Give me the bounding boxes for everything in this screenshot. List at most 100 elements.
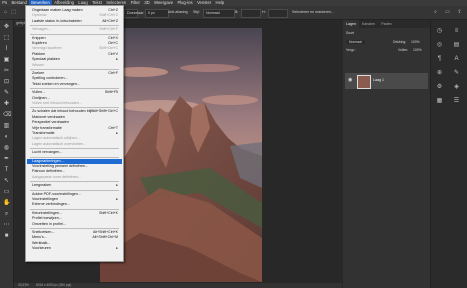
edit-menu-item-6[interactable]: Verenigd kopiëren Shift+Ctrl+C — [32, 46, 120, 51]
swatches-icon[interactable]: ▤ — [453, 42, 460, 49]
style-select[interactable]: Normaal — [203, 9, 235, 18]
frame-tool-icon[interactable]: ⊡ — [3, 79, 10, 86]
properties-icon[interactable]: ≡ — [453, 28, 460, 35]
edit-menu-item-9[interactable]: Wissen — [32, 63, 120, 68]
marquee-tool-icon[interactable]: ⬚ — [11, 10, 16, 15]
menu-item-shortcut: Ctrl+T — [108, 125, 118, 130]
edit-menu-item-8[interactable]: Speciaal plakken — [32, 57, 120, 62]
history-brush-icon[interactable]: ◐ — [3, 134, 10, 141]
search-icon[interactable]: ⌕ — [433, 10, 438, 15]
edit-menu-item-34[interactable]: Omzetten in profiel... — [32, 222, 120, 227]
more-tools-icon[interactable]: ⋯ — [3, 222, 10, 229]
edit-menu-item-19[interactable]: Vrije transformatie Ctrl+T — [32, 126, 120, 131]
menu-item-label: Marionet verdraaien — [32, 114, 65, 119]
kind-filter[interactable]: Soort — [346, 31, 354, 35]
lasso-tool-icon[interactable]: ⌇ — [3, 46, 10, 53]
opacity-value[interactable]: 100% — [411, 40, 420, 44]
edit-menu-item-25[interactable]: Voorinstelling penseel definiëren... — [32, 164, 120, 169]
edit-menu-item-15[interactable]: Vullen met inhoud behouden... — [32, 101, 120, 106]
edit-menu-item-37[interactable]: Werkbalk... — [32, 241, 120, 246]
width-input[interactable] — [241, 9, 261, 18]
edit-menu-item-26[interactable]: Patroon definiëren... — [32, 169, 120, 174]
edit-menu-item-17[interactable]: Marionet verdraaien — [32, 115, 120, 120]
edit-menu-item-16[interactable]: Zo schalen dat inhoud behouden blijft Alt… — [32, 109, 120, 114]
edit-menu-item-27[interactable]: Aangepaste vorm definiëren... — [32, 175, 120, 180]
edit-menu-item-10[interactable]: Zoeken Ctrl+F — [32, 71, 120, 76]
edit-menu-item-1[interactable]: Opnieuw Shift+Ctrl+Z — [32, 13, 120, 18]
stamp-tool-icon[interactable]: ▥ — [3, 123, 10, 130]
share-icon[interactable]: ⇪ — [457, 10, 462, 15]
eyedropper-icon[interactable]: ✎ — [3, 90, 10, 97]
hand-tool-icon[interactable]: ✋ — [3, 200, 10, 207]
path-select-icon[interactable]: ↖ — [3, 178, 10, 185]
layer-row[interactable]: ◉ Laag 1 — [345, 73, 428, 89]
libraries-icon[interactable]: ⚙ — [436, 84, 443, 91]
edit-menu-item-11[interactable]: Spelling controleren... — [32, 76, 120, 81]
workspace-icon[interactable]: ▭ — [445, 10, 450, 15]
tab-paths[interactable]: Paden — [378, 20, 394, 28]
edit-menu-item-3[interactable]: Vervagen... Shift+Ctrl+F — [32, 27, 120, 32]
eraser-icon[interactable]: ◍ — [3, 145, 10, 152]
move-tool-icon[interactable]: ✥ — [3, 24, 10, 31]
edit-menu-item-28[interactable]: Leegmaken — [32, 183, 120, 188]
menu-item-label: Tekst zoeken en vervangen... — [32, 81, 80, 86]
fill-value[interactable]: 100% — [413, 48, 422, 52]
tab-layers[interactable]: Lagen — [343, 20, 359, 28]
zoom-tool-icon[interactable]: ⌕ — [3, 211, 10, 218]
blend-mode-select[interactable]: Normaal — [346, 40, 365, 44]
history-icon[interactable]: ◷ — [436, 28, 443, 35]
menu-item-shortcut: Ctrl+C — [107, 41, 118, 45]
edit-menu-item-12[interactable]: Tekst zoeken en vervangen... — [32, 82, 120, 87]
edit-menu-item-24[interactable]: Laagmarkeringen... — [27, 158, 122, 164]
brush-tool-icon[interactable]: ⌫ — [3, 112, 11, 119]
select-and-mask-button[interactable]: Selecteren en maskeren... — [292, 9, 334, 16]
edit-menu-item-30[interactable]: Voorinstellingen — [32, 197, 120, 202]
character-icon[interactable]: A — [453, 56, 460, 63]
paragraph-icon[interactable]: ¶ — [436, 56, 443, 63]
edit-menu-item-31[interactable]: Externe verbindingen... — [32, 202, 120, 207]
tab-channels[interactable]: Kanalen — [359, 20, 378, 28]
color-swatch-icon[interactable]: ■ — [3, 233, 10, 240]
menu-item-label: Kleurinstellingen... — [32, 210, 63, 215]
edit-menu-item-20[interactable]: Transformatie — [32, 131, 120, 136]
edit-menu-item-7[interactable]: Plakken Ctrl+V — [32, 52, 120, 57]
edit-menu-item-23[interactable]: Lucht vervangen... — [32, 150, 120, 155]
antialias-checkbox[interactable]: Anti-aliasing — [168, 9, 188, 16]
adjustments-icon[interactable]: ⊕ — [436, 70, 443, 77]
edit-menu-item-2[interactable]: Laatste status in-/uitschakelen Alt+Ctrl+… — [32, 19, 120, 24]
healing-brush-icon[interactable]: ✚ — [3, 101, 10, 108]
layer-name[interactable]: Laag 1 — [373, 78, 384, 82]
edit-menu-item-4[interactable]: Knippen Ctrl+X — [32, 36, 120, 41]
edit-menu-item-29[interactable]: Adobe PDF-voorinstellingen... — [32, 192, 120, 197]
edit-menu-item-14[interactable]: Omlijnen... — [32, 96, 120, 101]
pen-tool-icon[interactable]: ✒ — [3, 156, 10, 163]
edit-menu-item-13[interactable]: Vullen... Shift+F5 — [32, 90, 120, 95]
eye-icon[interactable]: ◉ — [348, 77, 352, 83]
shape-tool-icon[interactable]: ▭ — [3, 189, 10, 196]
object-select-icon[interactable]: ▣ — [3, 57, 10, 64]
type-tool-icon[interactable]: T — [3, 167, 10, 174]
edit-menu-item-35[interactable]: Sneltoetsen... Alt+Shift+Ctrl+K — [32, 230, 120, 235]
home-icon[interactable]: ⌂ — [3, 10, 8, 15]
edit-menu-item-32[interactable]: Kleurinstellingen... Shift+Ctrl+K — [32, 211, 120, 216]
crop-tool-icon[interactable]: ✂ — [3, 68, 10, 75]
edit-menu-item-5[interactable]: Kopiëren Ctrl+C — [32, 41, 120, 46]
patterns-icon[interactable]: ▦ — [436, 98, 443, 105]
zoom-level[interactable]: 33,33% — [18, 283, 29, 288]
edit-menu-item-38[interactable]: Voorkeuren — [32, 246, 120, 251]
edit-menu-item-36[interactable]: Menu's... Alt+Shift+Ctrl+M — [32, 235, 120, 240]
color-icon[interactable]: ◎ — [436, 42, 443, 49]
marquee-tool-icon[interactable]: ⬚ — [3, 35, 10, 42]
styles-icon[interactable]: ◈ — [453, 84, 460, 91]
feather-input[interactable]: 0 px — [145, 9, 169, 18]
edit-menu-item-33[interactable]: Profiel toewijzen... — [32, 216, 120, 221]
actions-icon[interactable]: ☰ — [453, 98, 460, 105]
menu-item-label: Leegmaken — [32, 183, 52, 188]
edit-menu-item-22[interactable]: Lagen automatisch overvloeien... — [32, 142, 120, 147]
edit-menu-item-18[interactable]: Perspectief verdraaien — [32, 120, 120, 125]
edit-menu-item-21[interactable]: Lagen automatisch uitlijnen... — [32, 136, 120, 141]
brush-settings-icon[interactable]: ✎ — [453, 70, 460, 77]
height-input[interactable] — [268, 9, 288, 18]
menu-item-label: Aangepaste vorm definiëren... — [32, 174, 82, 179]
edit-menu-item-0[interactable]: Ongedaan maken Laag maken Ctrl+Z — [32, 8, 120, 13]
